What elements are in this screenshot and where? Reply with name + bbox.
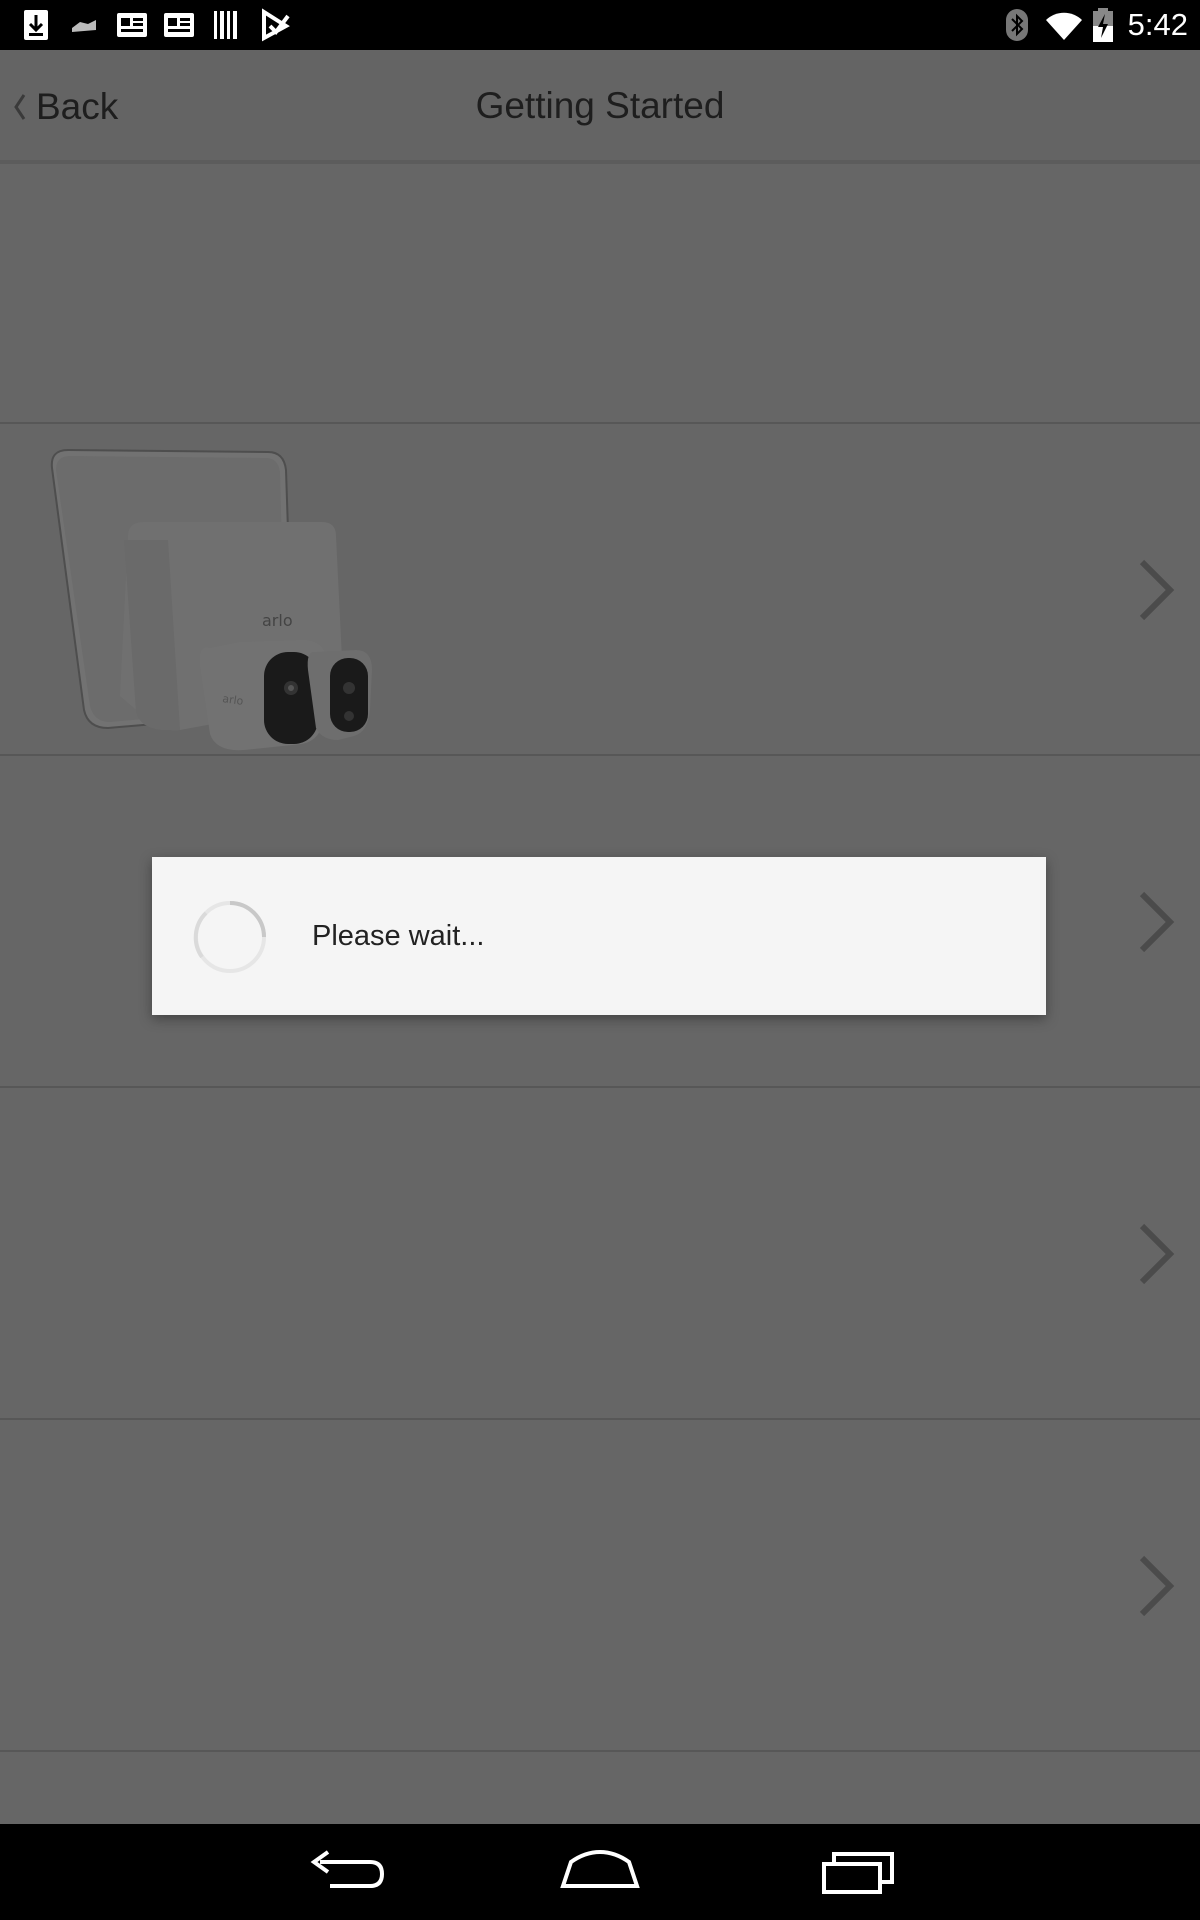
list-item-4[interactable]: [0, 1420, 1200, 1752]
arlo-product-image: arlo arlo: [50, 448, 372, 751]
chevron-right-icon: [1139, 559, 1175, 621]
chevron-right-icon: [1139, 1223, 1175, 1285]
loading-dialog: Please wait...: [152, 857, 1046, 1015]
status-time: 5:42: [1127, 7, 1188, 42]
chevron-right-icon: [1139, 1555, 1175, 1617]
recents-icon[interactable]: [812, 1842, 902, 1902]
list-item-arlo-system[interactable]: arlo arlo: [0, 424, 1200, 756]
chevron-right-icon: [1139, 891, 1175, 953]
list-item-5: [0, 1752, 1200, 1824]
check-task-icon: [262, 8, 290, 42]
navigation-bar: [0, 1824, 1200, 1920]
download-icon: [24, 10, 48, 40]
news-icon: [117, 13, 147, 37]
loading-message: Please wait...: [312, 920, 485, 952]
list-item-empty-header: [0, 164, 1200, 424]
ticket-icon: [72, 20, 96, 32]
arlo-logo-base: arlo: [262, 611, 293, 630]
home-icon[interactable]: [555, 1842, 645, 1902]
page-title: Getting Started: [475, 85, 725, 126]
list-item-3[interactable]: [0, 1088, 1200, 1420]
status-bar: 5:42: [0, 0, 1200, 50]
news-icon: [164, 13, 194, 37]
back-icon[interactable]: [298, 1842, 388, 1902]
app-header: Back Getting Started: [0, 50, 1200, 164]
battery-charging-icon: [1093, 8, 1113, 42]
loading-spinner-icon: [193, 901, 266, 973]
wifi-icon: [1046, 12, 1082, 41]
bluetooth-icon: [1006, 9, 1028, 41]
barcode-icon: [214, 11, 237, 39]
